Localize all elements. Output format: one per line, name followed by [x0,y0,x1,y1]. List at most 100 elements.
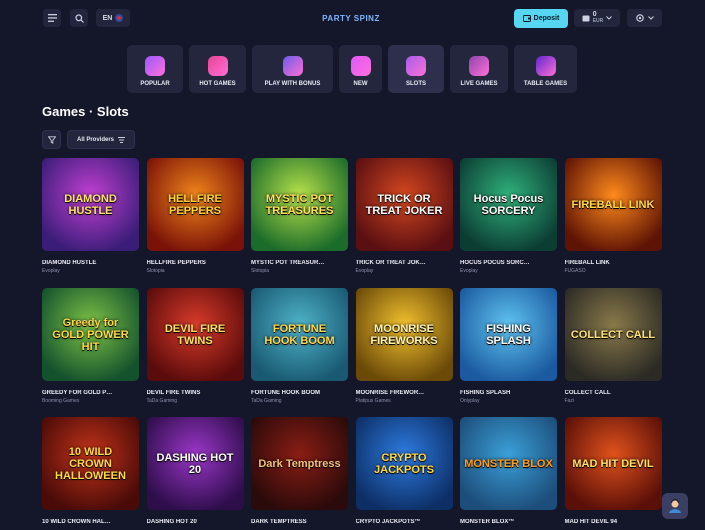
support-chat-button[interactable] [662,493,688,519]
logo-text: PARTY SPINZ [322,13,380,23]
game-logo-text: COLLECT CALL [570,328,656,341]
game-thumbnail[interactable]: MONSTER BLOX [460,417,557,510]
category-tab-live-games[interactable]: LIVE GAMES [450,45,508,93]
game-provider: TaDa Gaming [251,398,282,404]
game-thumbnail[interactable]: TRICK OR TREAT JOKER [355,158,453,251]
game-thumbnail[interactable]: Greedy for GOLD POWER HIT [42,288,139,381]
category-tab-label: POPULAR [140,81,170,87]
hamburger-icon [47,14,57,22]
language-code: EN [102,14,113,22]
deposit-button[interactable]: Deposit [514,9,568,28]
flame-icon [207,56,228,76]
providers-dropdown[interactable]: All Providers [67,130,135,149]
game-title: DARK TEMPTRESS [251,519,307,525]
category-tab-new[interactable]: NEW [339,45,382,93]
game-title: 10 WILD CROWN HAL… [42,519,111,525]
game-card[interactable]: DASHING HOT 20 DASHING HOT 20 [146,417,244,527]
game-title: MOONRISE FIREWOR… [355,390,425,396]
game-logo-text: DASHING HOT 20 [156,451,234,476]
game-thumbnail[interactable]: FORTUNE HOOK BOOM [251,288,348,381]
game-logo-text: FIREBALL LINK [571,198,655,211]
chevron-down-icon [606,16,613,20]
category-tab-label: NEW [353,81,368,87]
game-card[interactable]: Greedy for GOLD POWER HIT GREEDY FOR GOLD… [42,288,139,404]
game-title: MYSTIC POT TREASUR… [251,260,325,266]
coin-x2-icon [282,56,303,76]
account-menu-button[interactable] [627,9,662,27]
wallet-icon [522,15,531,22]
game-logo-text: MYSTIC POT TREASURES [265,192,334,217]
game-thumbnail[interactable]: CRYPTO JACKPOTS [355,417,453,510]
brand-logo[interactable]: PARTY SPINZ [318,11,384,25]
game-logo-text: 10 WILD CROWN HALLOWEEN [55,445,126,482]
game-provider: Booming Games [42,398,80,404]
game-card[interactable]: MAD HIT DEVIL MAD HIT DEVIL 94 [564,417,662,527]
game-card[interactable]: DEVIL FIRE TWINS DEVIL FIRE TWINS TaDa Gam… [146,288,244,404]
game-thumbnail[interactable]: 10 WILD CROWN HALLOWEEN [42,417,139,510]
game-card[interactable]: MOONRISE FIREWORKS MOONRISE FIREWOR… Plati… [355,288,453,404]
game-thumbnail[interactable]: DASHING HOT 20 [146,417,244,510]
game-card[interactable]: Dark Temptress DARK TEMPTRESS [251,417,348,527]
game-card[interactable]: HELLFIRE PEPPERS HELLFIRE PEPPERS Slotopia [146,158,244,274]
live-phone-icon [469,56,489,76]
game-logo-text: DEVIL FIRE TWINS [164,322,226,347]
balance-button[interactable]: 0 EUR [574,9,620,27]
game-card[interactable]: TRICK OR TREAT JOKER TRICK OR TREAT JOK… E… [355,158,453,274]
filter-button[interactable] [42,130,61,149]
game-thumbnail[interactable]: FISHING SPLASH [460,288,557,381]
game-thumbnail[interactable]: FIREBALL LINK [564,158,662,251]
game-card[interactable]: MYSTIC POT TREASURES MYSTIC POT TREASUR… S… [251,158,348,274]
category-tab-label: SLOTS [405,81,426,87]
game-card[interactable]: FISHING SPLASH FISHING SPLASH Onlyplay [460,288,557,404]
game-provider: Slotopia [251,268,270,274]
menu-button[interactable] [43,9,61,27]
game-card[interactable]: FIREBALL LINK FIREBALL LINK FUGASO [564,158,662,274]
game-thumbnail[interactable]: MYSTIC POT TREASURES [251,158,348,251]
game-card[interactable]: 10 WILD CROWN HALLOWEEN 10 WILD CROWN HAL… [42,417,139,527]
game-provider: FUGASO [564,268,586,274]
game-card[interactable]: MONSTER BLOX MONSTER BLOX™ [460,417,557,527]
new-badge-icon [350,56,371,76]
category-tab-table-games[interactable]: TABLE GAMES [514,45,577,93]
game-thumbnail[interactable]: HELLFIRE PEPPERS [146,158,244,251]
game-logo-text: FORTUNE HOOK BOOM [264,322,335,347]
game-logo-text: DIAMOND HUSTLE [64,192,117,217]
game-provider: Evoplay [42,268,60,274]
category-tab-hot-games[interactable]: HOT GAMES [189,45,246,93]
providers-label: All Providers [76,136,114,143]
language-selector[interactable]: EN [96,9,130,27]
game-title: TRICK OR TREAT JOK… [355,260,426,266]
game-provider: Fazi [564,398,574,404]
game-provider: Evoplay [355,268,374,274]
game-title: GREEDY FOR GOLD P… [42,390,113,396]
game-thumbnail[interactable]: MAD HIT DEVIL [564,417,662,510]
game-thumbnail[interactable]: DEVIL FIRE TWINS [146,288,244,381]
game-thumbnail[interactable]: COLLECT CALL [564,288,662,381]
game-card[interactable]: CRYPTO JACKPOTS CRYPTO JACKPOTS™ [355,417,453,527]
game-thumbnail[interactable]: Hocus Pocus SORCERY [460,158,557,251]
game-card[interactable]: Hocus Pocus SORCERY HOCUS POCUS SORC… Evop… [460,158,557,274]
page-title: Games · Slots [42,104,129,119]
game-title: HOCUS POCUS SORC… [460,260,530,266]
game-logo-text: FISHING SPLASH [486,322,531,347]
game-thumbnail[interactable]: DIAMOND HUSTLE [42,158,139,251]
game-thumbnail[interactable]: MOONRISE FIREWORKS [355,288,453,381]
game-card[interactable]: FORTUNE HOOK BOOM FORTUNE HOOK BOOM TaDa G… [251,288,348,404]
game-card[interactable]: DIAMOND HUSTLE DIAMOND HUSTLE Evoplay [42,158,139,274]
game-title: FISHING SPLASH [460,390,511,396]
game-logo-text: Dark Temptress [258,457,341,470]
category-tab-slots[interactable]: SLOTS [388,45,444,93]
game-card[interactable]: COLLECT CALL COLLECT CALL Fazi [564,288,662,404]
balance-currency: EUR [592,18,604,24]
game-title: FORTUNE HOOK BOOM [251,390,320,396]
game-title: CRYPTO JACKPOTS™ [355,519,421,525]
category-tab-popular[interactable]: POPULAR [127,45,183,93]
game-title: MONSTER BLOX™ [460,519,515,525]
game-logo-text: Hocus Pocus SORCERY [473,192,544,217]
category-tab-play-with-bonus[interactable]: PLAY WITH BONUS [252,45,333,93]
game-logo-text: HELLFIRE PEPPERS [168,192,222,217]
game-thumbnail[interactable]: Dark Temptress [251,417,348,510]
game-logo-text: MAD HIT DEVIL [572,457,654,470]
deposit-label: Deposit [533,15,560,22]
search-button[interactable] [70,9,88,27]
